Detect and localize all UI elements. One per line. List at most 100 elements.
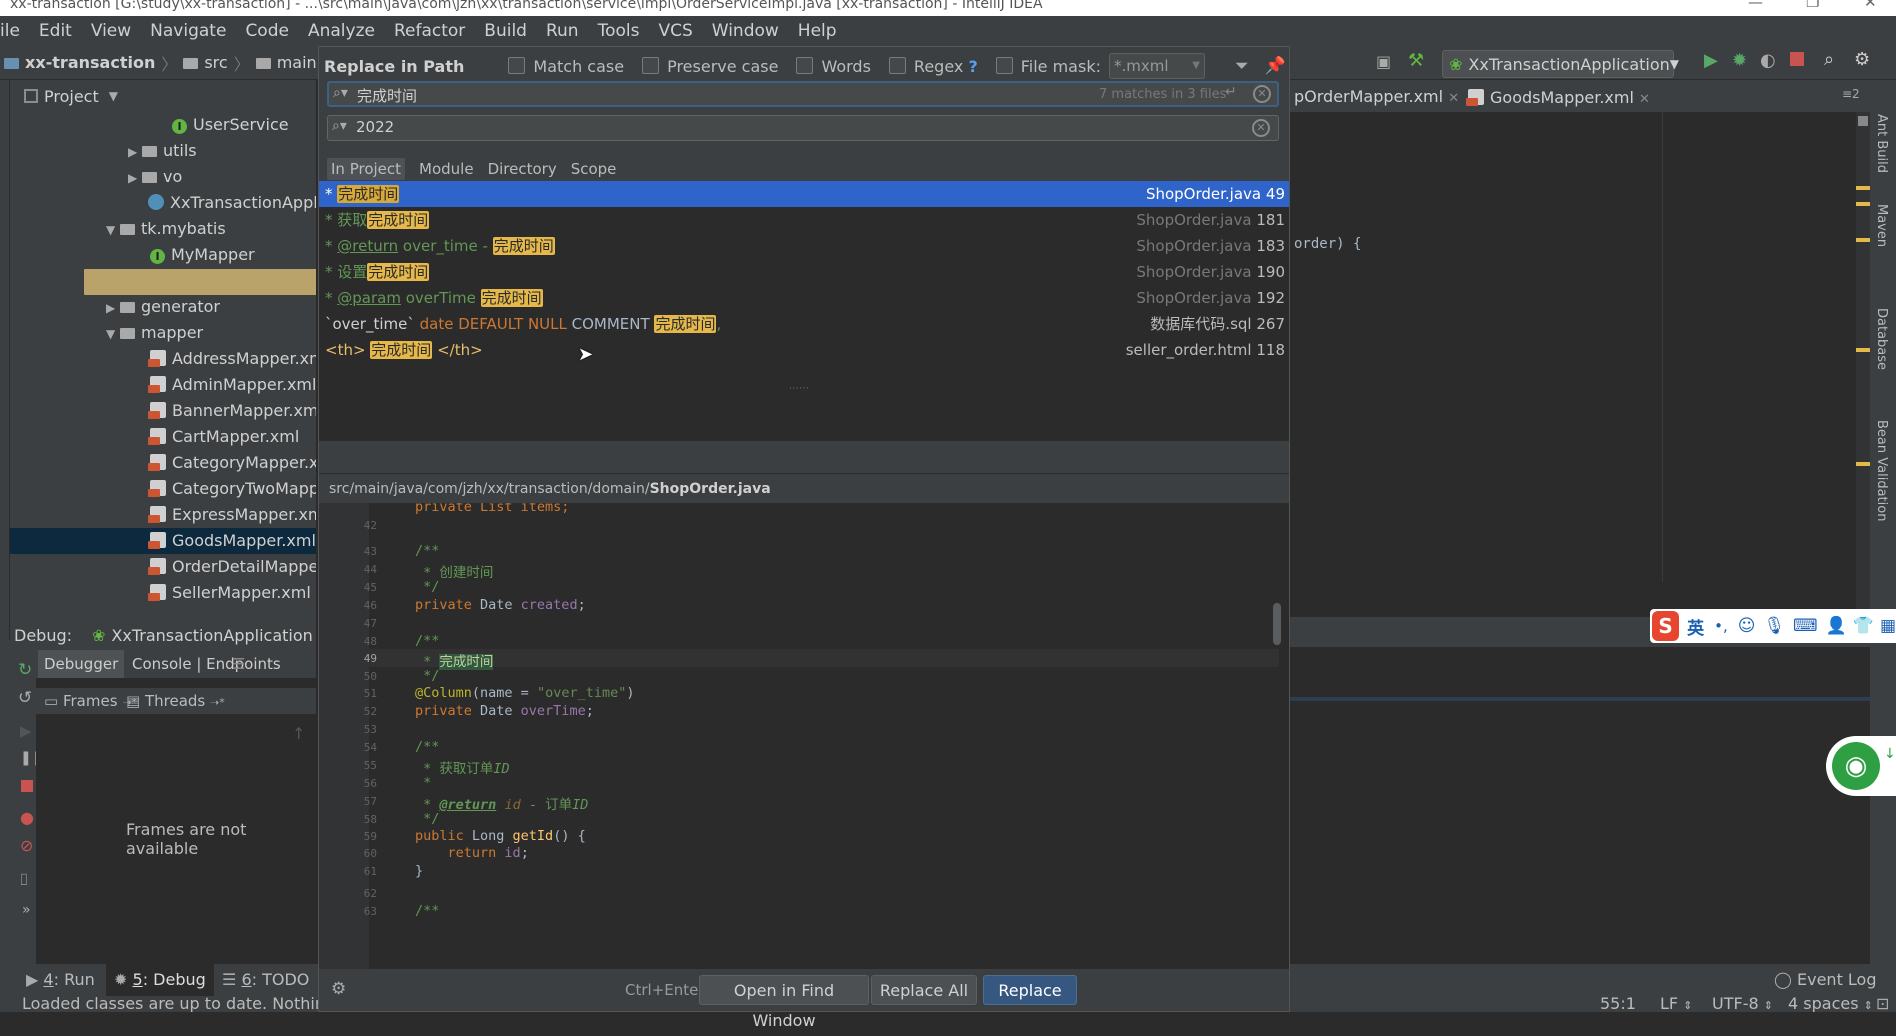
- result-row[interactable]: `over_time` date DEFAULT NULL COMMENT 完成…: [319, 311, 1289, 337]
- expand-arrow-icon[interactable]: ▶: [128, 139, 142, 165]
- search-everywhere-icon[interactable]: ⌕: [1824, 49, 1834, 70]
- toolbox-icon[interactable]: ▦: [1880, 616, 1896, 636]
- tab-threads[interactable]: ▤ Threads ➝*: [126, 688, 225, 716]
- menu-tools[interactable]: Tools: [598, 21, 640, 41]
- preserve-case-checkbox[interactable]: [642, 56, 660, 74]
- file-mask-select[interactable]: *.mxml ▼: [1108, 53, 1205, 79]
- menu-build[interactable]: Build: [484, 21, 527, 41]
- tab-console-endpoints[interactable]: Console | Endpoints: [132, 650, 281, 678]
- tree-item-userservice[interactable]: I UserService: [172, 112, 289, 138]
- result-row[interactable]: * 完成时间 ShopOrder.java 49: [319, 181, 1289, 207]
- line-separator[interactable]: LF ⇕: [1660, 996, 1692, 1012]
- view-breakpoints-icon[interactable]: ●: [20, 808, 34, 827]
- event-log-button[interactable]: ◯ Event Log: [1774, 970, 1877, 989]
- words-option[interactable]: Words: [796, 56, 871, 76]
- search-input-value[interactable]: 完成时间: [357, 85, 417, 106]
- emoji-icon[interactable]: ☺: [1738, 616, 1756, 636]
- tab-debugger[interactable]: Debugger: [38, 650, 125, 678]
- settings-gear-icon[interactable]: ⚙: [331, 979, 346, 999]
- collapse-arrow-icon[interactable]: ▼: [106, 321, 120, 347]
- indent-setting[interactable]: 4 spaces ⇕: [1788, 996, 1873, 1012]
- menu-window[interactable]: Window: [712, 21, 779, 41]
- result-row[interactable]: * 设置完成时间 ShopOrder.java 190: [319, 259, 1289, 285]
- regex-checkbox[interactable]: [888, 56, 906, 74]
- menu-run[interactable]: Run: [546, 21, 579, 41]
- words-checkbox[interactable]: [796, 56, 814, 74]
- splitter-grip-icon[interactable]: ⋯⋯: [789, 383, 809, 394]
- scope-in-project[interactable]: In Project: [327, 158, 406, 180]
- scope-module[interactable]: Module: [419, 160, 474, 178]
- breadcrumb-main[interactable]: main: [277, 53, 317, 72]
- preview-editor[interactable]: 42 43 44 45 46 47 48 49 50 51 52 53 54 5…: [319, 503, 1289, 969]
- menu-code[interactable]: Code: [245, 21, 289, 41]
- bean-validation-tab[interactable]: Bean Validation: [1874, 420, 1889, 521]
- tree-item-vo[interactable]: ▶ vo: [128, 164, 182, 190]
- result-row[interactable]: * @return over_time - 完成时间 ShopOrder.jav…: [319, 233, 1289, 259]
- coverage-icon[interactable]: ◐: [1760, 50, 1776, 71]
- tree-item-xml[interactable]: AddressMapper.xm: [148, 346, 316, 372]
- replace-button[interactable]: Replace: [983, 975, 1077, 1005]
- pin-icon[interactable]: 📌: [1265, 56, 1286, 76]
- chevron-down-icon[interactable]: ▼: [109, 89, 118, 103]
- expand-arrow-icon[interactable]: ▶: [106, 295, 120, 321]
- tree-item-xml[interactable]: BannerMapper.xml: [148, 398, 316, 424]
- resume-icon[interactable]: ▶: [20, 722, 32, 740]
- menu-refactor[interactable]: Refactor: [394, 21, 465, 41]
- tree-item-mapper[interactable]: ▼ mapper: [106, 320, 203, 346]
- expand-arrow-icon[interactable]: ▶: [128, 165, 142, 191]
- tree-item-application[interactable]: XxTransactionApplic: [148, 190, 316, 216]
- file-encoding[interactable]: UTF-8 ⇕: [1712, 996, 1773, 1012]
- preview-scrollbar[interactable]: [1273, 603, 1281, 645]
- mute-breakpoints-icon[interactable]: ⊘: [20, 836, 33, 855]
- close-tab-icon[interactable]: ✕: [1639, 92, 1650, 107]
- result-row[interactable]: * 获取完成时间 ShopOrder.java 181: [319, 207, 1289, 233]
- close-tab-icon[interactable]: ✕: [1448, 91, 1459, 106]
- search-field[interactable]: ⌕▾ 完成时间 7 matches in 3 files ↵ ✕: [327, 81, 1279, 107]
- scope-directory[interactable]: Directory: [488, 160, 557, 178]
- menu-vcs[interactable]: VCS: [658, 21, 692, 41]
- replace-field[interactable]: ⌕▾ 2022 ✕: [327, 115, 1279, 141]
- refresh-icon[interactable]: ↺: [18, 688, 32, 708]
- filter-icon[interactable]: ⏷: [1235, 56, 1249, 76]
- run-icon[interactable]: ▶: [1704, 50, 1718, 71]
- project-structure-icon[interactable]: ▣: [1376, 52, 1391, 71]
- close-window-icon[interactable]: ✕: [1864, 0, 1877, 10]
- user-icon[interactable]: 👤: [1826, 616, 1847, 636]
- up-arrow-icon[interactable]: ↑: [292, 724, 305, 743]
- regex-option[interactable]: Regex ?: [888, 56, 978, 76]
- tab-frames[interactable]: ▭ Frames ➝*: [44, 688, 137, 716]
- ime-language[interactable]: 英: [1687, 614, 1704, 639]
- tab-todo[interactable]: ☰ 6: TODO: [222, 970, 309, 989]
- tree-item-resources[interactable]: ▼resources: [84, 268, 316, 295]
- menu-view[interactable]: View: [91, 21, 131, 41]
- tree-item-xml[interactable]: AdminMapper.xml: [148, 372, 316, 398]
- file-mask-option[interactable]: File mask:: [995, 56, 1101, 76]
- regex-help-link[interactable]: ?: [968, 57, 977, 76]
- search-history-icon[interactable]: ⌕▾: [333, 85, 348, 101]
- maximize-icon[interactable]: ❐: [1806, 0, 1819, 10]
- tree-item-xml[interactable]: CategoryMapper.xm: [148, 450, 316, 476]
- tree-item-xml[interactable]: CartMapper.xml: [148, 424, 299, 450]
- tree-item-xml[interactable]: SellerMapper.xml: [148, 580, 311, 606]
- debug-bug-icon[interactable]: ✹: [1732, 50, 1747, 71]
- tree-item-xml[interactable]: ExpressMapper.xml: [148, 502, 316, 528]
- tree-item-mymapper[interactable]: I MyMapper: [150, 242, 255, 268]
- tree-item-xml-selected[interactable]: GoodsMapper.xml: [10, 528, 316, 554]
- menu-help[interactable]: Help: [798, 21, 837, 41]
- ant-build-tab[interactable]: Ant Build: [1874, 114, 1889, 173]
- tree-item-utils[interactable]: ▶ utils: [128, 138, 197, 164]
- result-row[interactable]: <th> 完成时间 </th> seller_order.html 118: [319, 337, 1289, 363]
- menu-file[interactable]: ile: [0, 21, 20, 41]
- rerun-icon[interactable]: ↻: [18, 660, 32, 680]
- new-line-icon[interactable]: ↵: [1225, 84, 1237, 100]
- tree-item-xml[interactable]: OrderDetailMapper: [148, 554, 316, 580]
- keyboard-icon[interactable]: ⌨: [1793, 616, 1818, 636]
- collapse-arrow-icon[interactable]: ▼: [106, 217, 120, 243]
- debug-config-tab[interactable]: XxTransactionApplication: [111, 626, 312, 645]
- skin-icon[interactable]: 👕: [1853, 616, 1874, 636]
- match-case-option[interactable]: Match case: [508, 56, 624, 76]
- editor-tab-goods-mapper[interactable]: GoodsMapper.xml ✕: [1466, 87, 1650, 107]
- file-mask-checkbox[interactable]: [995, 56, 1013, 74]
- preserve-case-option[interactable]: Preserve case: [642, 56, 778, 76]
- menu-edit[interactable]: Edit: [39, 21, 72, 41]
